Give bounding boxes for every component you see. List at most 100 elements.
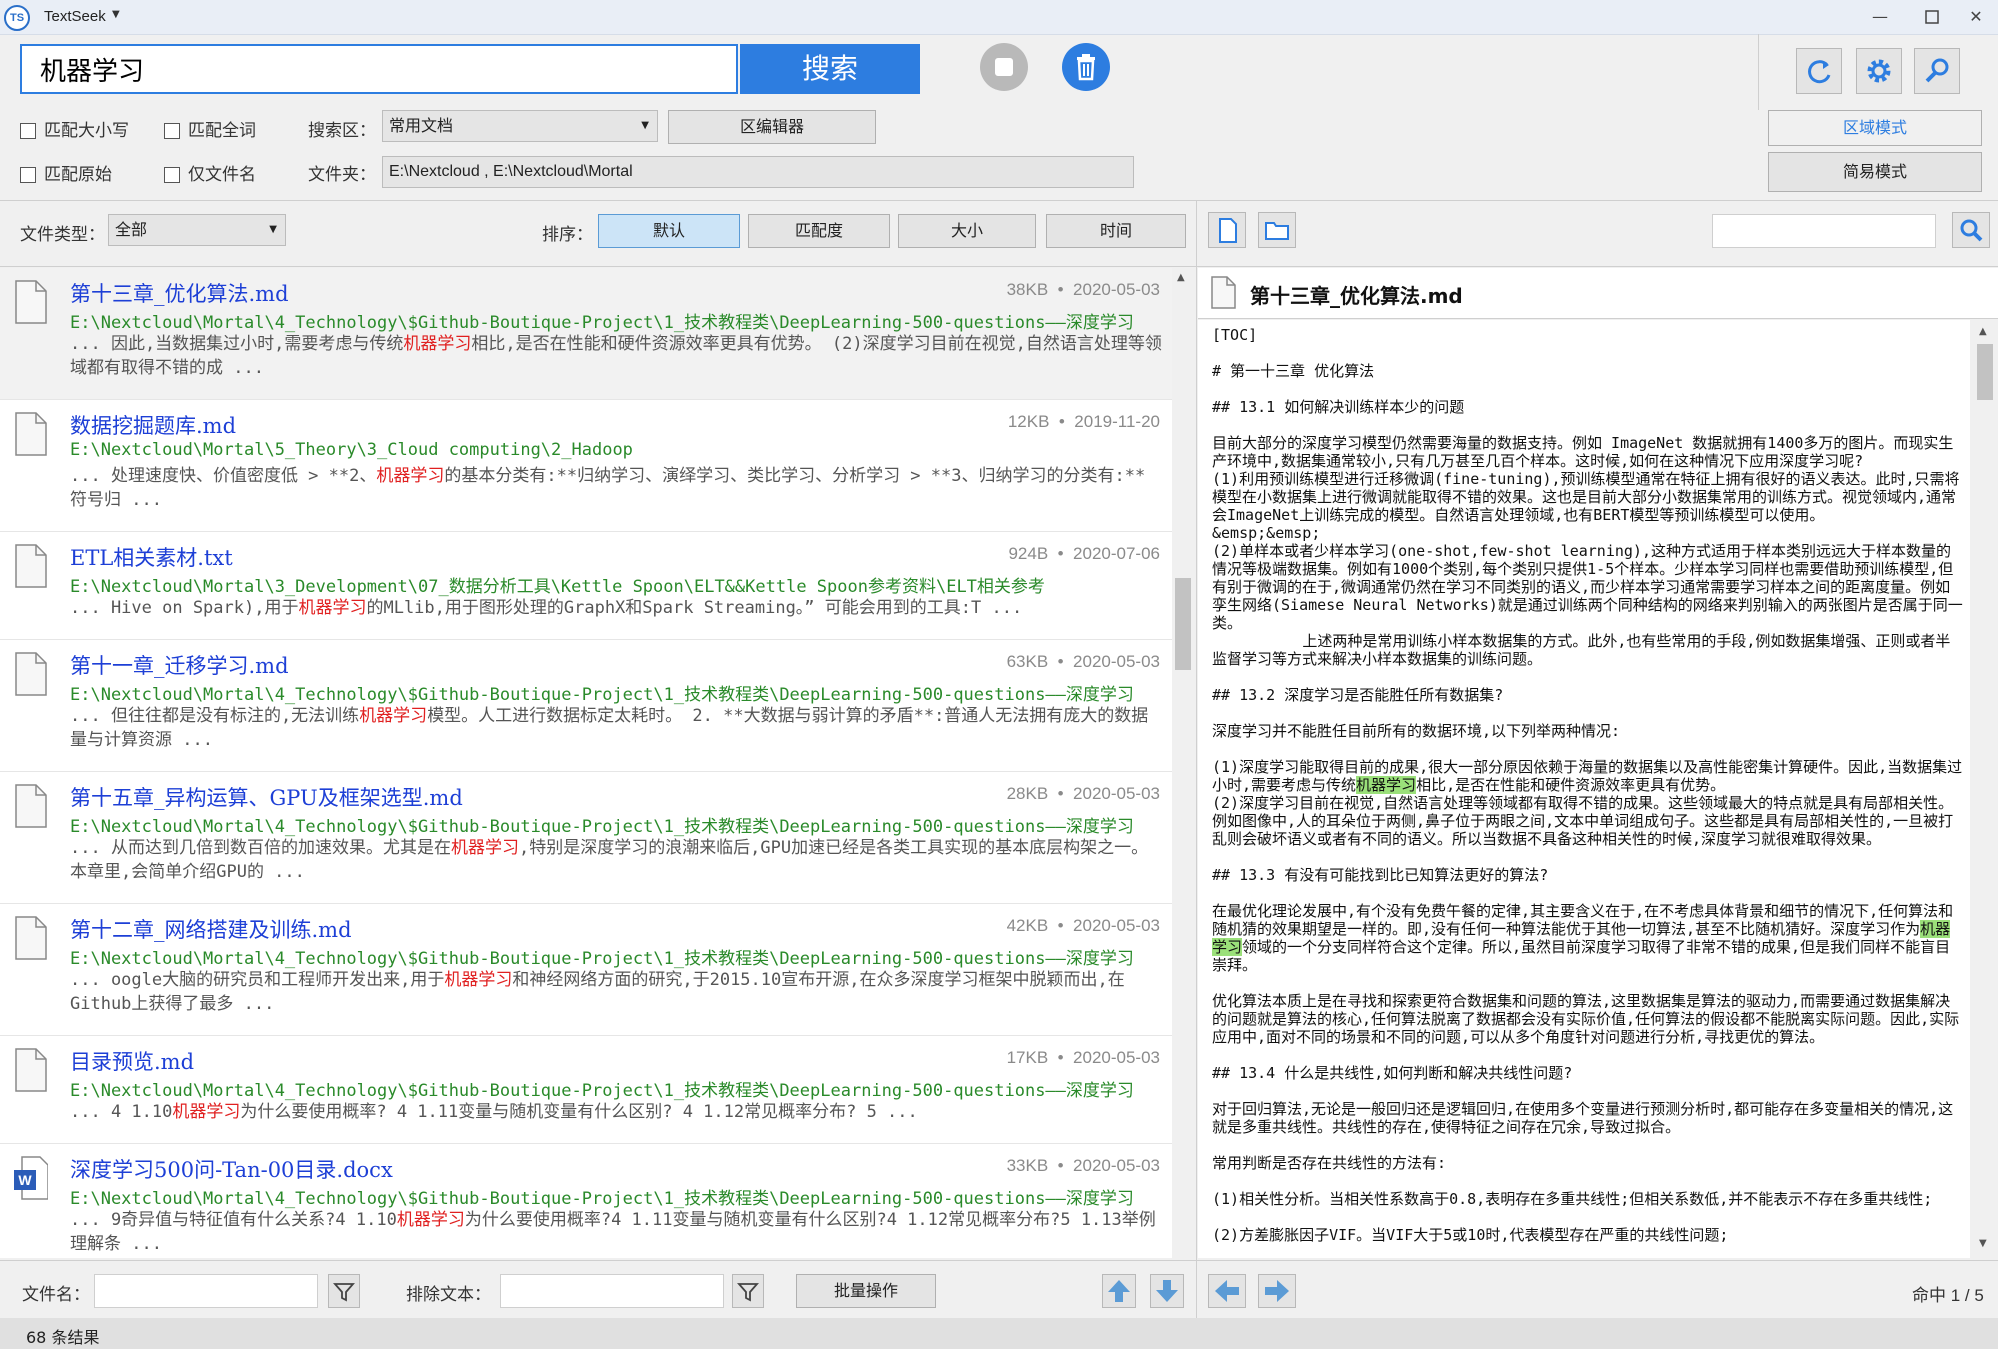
result-title[interactable]: 深度学习500问-Tan-00目录.docx: [70, 1154, 393, 1184]
svg-text:W: W: [18, 1172, 32, 1188]
area-mode-button[interactable]: 区域模式: [1768, 110, 1982, 146]
search-input[interactable]: [22, 46, 734, 92]
result-title[interactable]: ETL相关素材.txt: [70, 542, 233, 572]
match-highlight: 机器学习: [396, 1210, 465, 1230]
result-title[interactable]: 第十一章_迁移学习.md: [70, 650, 289, 680]
previous-hit-button[interactable]: [1208, 1274, 1246, 1308]
filename-only-option[interactable]: 仅文件名: [164, 160, 256, 185]
folder-field[interactable]: E:\Nextcloud , E:\Nextcloud\Mortal: [382, 156, 1134, 188]
stop-icon: [995, 58, 1013, 76]
preview-content[interactable]: [TOC] # 第一十三章 优化算法 ## 13.1 如何解决训练样本少的问题 …: [1198, 320, 1970, 1258]
result-size: 924B: [1008, 544, 1049, 563]
sort-default-button[interactable]: 默认: [598, 214, 740, 248]
divider: [1758, 34, 1759, 110]
result-title[interactable]: 第十二章_网络搭建及训练.md: [70, 914, 352, 944]
file-type-select[interactable]: 全部 ▼: [108, 214, 286, 246]
result-path: E:\Nextcloud\Mortal\4_Technology\$Github…: [70, 949, 1134, 969]
result-meta: 924B • 2020-07-06: [1008, 544, 1160, 563]
search-area-label: 搜索区：: [308, 121, 376, 141]
result-item[interactable]: 目录预览.md 17KB • 2020-05-03 E:\Nextcloud\M…: [0, 1036, 1172, 1144]
result-title[interactable]: 第十三章_优化算法.md: [70, 278, 289, 308]
exclude-filter-button[interactable]: [732, 1274, 764, 1308]
result-meta: 42KB • 2020-05-03: [1006, 916, 1160, 935]
result-item[interactable]: 第十五章_异构运算、GPU及框架选型.md 28KB • 2020-05-03 …: [0, 772, 1172, 904]
preview-find-button[interactable]: [1952, 212, 1990, 248]
result-title[interactable]: 数据挖掘题库.md: [70, 410, 236, 440]
divider: [1198, 318, 1998, 319]
next-hit-button[interactable]: [1258, 1274, 1296, 1308]
pane-divider: [1196, 200, 1197, 1318]
result-title[interactable]: 第十五章_异构运算、GPU及框架选型.md: [70, 782, 463, 812]
result-item[interactable]: 数据挖掘题库.md 12KB • 2019-11-20 E:\Nextcloud…: [0, 400, 1172, 532]
result-item[interactable]: W 深度学习500问-Tan-00目录.docx 33KB • 2020-05-…: [0, 1144, 1172, 1258]
sort-time-button[interactable]: 时间: [1046, 214, 1186, 248]
match-case-checkbox[interactable]: [20, 123, 36, 139]
match-raw-checkbox[interactable]: [20, 167, 36, 183]
exclude-text-label: 排除文本：: [406, 1285, 491, 1305]
status-bar: 68 条结果: [0, 1318, 1998, 1349]
scroll-up-icon[interactable]: ▲: [1979, 326, 1987, 337]
document-icon: [15, 784, 47, 828]
open-folder-button[interactable]: [1258, 212, 1296, 248]
result-count: 68 条结果: [26, 1328, 100, 1347]
match-raw-option[interactable]: 匹配原始: [20, 160, 112, 185]
search-button[interactable]: 搜索: [740, 44, 920, 94]
arrow-right-icon: [1265, 1280, 1289, 1302]
result-date: 2020-05-03: [1073, 652, 1160, 671]
result-snippet: ... 4 1.10机器学习为什么要使用概率? 4 1.11变量与随机变量有什么…: [70, 1102, 918, 1122]
match-highlight: 机器学习: [359, 706, 428, 726]
scrollbar-thumb[interactable]: [1977, 344, 1993, 400]
advanced-search-button[interactable]: [1914, 48, 1960, 94]
close-window-icon[interactable]: ✕: [1956, 4, 1996, 30]
refresh-button[interactable]: [1796, 48, 1842, 94]
sort-match-button[interactable]: 匹配度: [748, 214, 890, 248]
preview-find-input[interactable]: [1712, 214, 1936, 248]
whole-word-option[interactable]: 匹配全词: [164, 116, 256, 141]
document-icon: [15, 280, 47, 324]
app-title[interactable]: TextSeek: [44, 8, 106, 25]
filename-filter-button[interactable]: [328, 1274, 360, 1308]
results-scrollbar[interactable]: ▲: [1172, 268, 1194, 1258]
result-size: 42KB: [1006, 916, 1049, 935]
arrow-up-icon: [1108, 1280, 1130, 1302]
minimize-icon[interactable]: —: [1860, 4, 1900, 30]
app-menu-caret-icon[interactable]: ▼: [112, 9, 120, 20]
result-snippet: ... 但往往都是没有标注的,无法训练机器学习模型。人工进行数据标定太耗时。 2…: [70, 706, 1149, 750]
scroll-down-icon[interactable]: ▼: [1979, 1238, 1987, 1249]
whole-word-checkbox[interactable]: [164, 123, 180, 139]
match-case-option[interactable]: 匹配大小写: [20, 116, 129, 141]
result-item[interactable]: 第十三章_优化算法.md 38KB • 2020-05-03 E:\Nextcl…: [0, 268, 1172, 400]
scroll-up-icon[interactable]: ▲: [1177, 272, 1185, 283]
result-snippet: ... 处理速度快、价值密度低 > **2、机器学习的基本分类有:**归纳学习、…: [70, 466, 1146, 510]
folder-icon: [1265, 222, 1289, 240]
area-editor-button[interactable]: 区编辑器: [668, 110, 876, 144]
batch-operation-button[interactable]: 批量操作: [796, 1274, 936, 1308]
scrollbar-thumb[interactable]: [1175, 578, 1191, 670]
maximize-icon[interactable]: [1912, 4, 1952, 30]
simple-mode-button[interactable]: 简易模式: [1768, 152, 1982, 192]
sort-size-button[interactable]: 大小: [898, 214, 1036, 248]
result-meta: 33KB • 2020-05-03: [1006, 1156, 1160, 1175]
clear-results-button[interactable]: [1062, 43, 1110, 91]
result-size: 38KB: [1006, 280, 1049, 299]
result-item[interactable]: 第十一章_迁移学习.md 63KB • 2020-05-03 E:\Nextcl…: [0, 640, 1172, 772]
filename-filter-input[interactable]: [94, 1274, 318, 1308]
filename-only-checkbox[interactable]: [164, 167, 180, 183]
results-list: 第十三章_优化算法.md 38KB • 2020-05-03 E:\Nextcl…: [0, 268, 1172, 1258]
previous-result-button[interactable]: [1102, 1274, 1136, 1308]
result-item[interactable]: ETL相关素材.txt 924B • 2020-07-06 E:\Nextclo…: [0, 532, 1172, 640]
search-area-select[interactable]: 常用文档 ▼: [382, 110, 658, 142]
document-icon: [15, 412, 47, 456]
open-file-button[interactable]: [1208, 212, 1246, 248]
result-title[interactable]: 目录预览.md: [70, 1046, 194, 1076]
result-size: 17KB: [1006, 1048, 1049, 1067]
exclude-text-input[interactable]: [500, 1274, 724, 1308]
next-result-button[interactable]: [1150, 1274, 1184, 1308]
result-snippet: ... Hive on Spark),用于机器学习的MLlib,用于图形处理的G…: [70, 598, 1023, 618]
settings-button[interactable]: [1856, 48, 1902, 94]
filter-icon: [333, 1283, 355, 1302]
result-item[interactable]: 第十二章_网络搭建及训练.md 42KB • 2020-05-03 E:\Nex…: [0, 904, 1172, 1036]
stop-search-button[interactable]: [980, 43, 1028, 91]
preview-scrollbar[interactable]: ▲ ▼: [1972, 320, 1998, 1258]
result-path: E:\Nextcloud\Mortal\4_Technology\$Github…: [70, 1081, 1134, 1101]
